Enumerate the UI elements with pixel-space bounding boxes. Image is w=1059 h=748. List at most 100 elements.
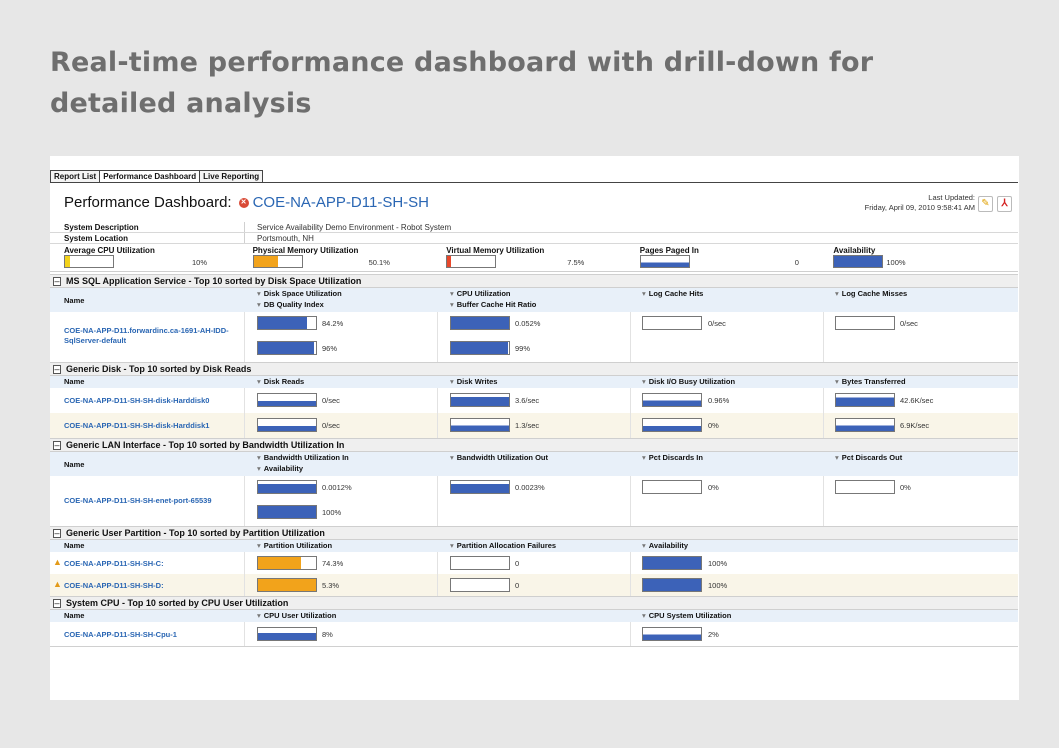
system-location-label: System Location	[64, 234, 129, 243]
col-pct-discards-in[interactable]: Pct Discards In	[642, 453, 703, 462]
col-disk-space-utilization[interactable]: Disk Space Utilization	[257, 289, 342, 298]
disk-io-busy-bar[interactable]	[642, 418, 702, 432]
pct-discards-in-bar[interactable]	[642, 480, 702, 494]
dashboard-host-link[interactable]: COE-NA-APP-D11-SH-SH	[253, 194, 429, 211]
col-partition-availability[interactable]: Availability	[642, 541, 688, 550]
column-divider	[244, 476, 245, 526]
partition-failures-value: 0	[515, 581, 520, 590]
column-divider	[630, 552, 631, 574]
summary-availability[interactable]: Availability 100%	[824, 244, 1018, 271]
partition-availability-bar[interactable]	[642, 556, 702, 570]
col-availability[interactable]: Availability	[257, 464, 303, 473]
section-generic-disk: – Generic Disk - Top 10 sorted by Disk R…	[50, 362, 1018, 376]
name-column-header: Name	[64, 460, 85, 469]
db-quality-index-bar[interactable]	[257, 341, 317, 355]
summary-pages-paged-in[interactable]: Pages Paged In 0	[631, 244, 825, 271]
collapse-icon[interactable]: –	[53, 277, 61, 286]
disk-writes-bar[interactable]	[450, 418, 510, 432]
disk1-host-link[interactable]: COE-NA-APP-D11-SH-SH-disk-Harddisk1	[64, 421, 209, 431]
bandwidth-out-bar[interactable]	[450, 480, 510, 494]
collapse-icon[interactable]: –	[53, 599, 61, 608]
bar-fill	[643, 557, 701, 569]
summary-availability-label: Availability	[833, 246, 876, 255]
cpu-host-link[interactable]: COE-NA-APP-D11-SH-SH-Cpu-1	[64, 630, 177, 640]
pct-discards-out-bar[interactable]	[835, 480, 895, 494]
collapse-icon[interactable]: –	[53, 365, 61, 374]
section-mssql: – MS SQL Application Service - Top 10 so…	[50, 274, 1018, 288]
table-row: COE-NA-APP-D11-SH-SH-enet-port-65539 0.0…	[50, 476, 1018, 526]
summary-cpu[interactable]: Average CPU Utilization 10%	[50, 244, 244, 271]
bandwidth-in-bar[interactable]	[257, 480, 317, 494]
disk-reads-bar[interactable]	[257, 393, 317, 407]
log-cache-misses-bar[interactable]	[835, 316, 895, 330]
col-partition-utilization[interactable]: Partition Utilization	[257, 541, 332, 550]
cpu-system-utilization-bar[interactable]	[642, 627, 702, 641]
col-disk-writes[interactable]: Disk Writes	[450, 377, 498, 386]
summary-virtual-memory-value: 7.5%	[567, 258, 585, 267]
partition-availability-bar[interactable]	[642, 578, 702, 592]
section-generic-lan-title: Generic LAN Interface - Top 10 sorted by…	[66, 440, 345, 450]
col-log-cache-hits[interactable]: Log Cache Hits	[642, 289, 704, 298]
partition-failures-bar[interactable]	[450, 578, 510, 592]
section-generic-lan: – Generic LAN Interface - Top 10 sorted …	[50, 438, 1018, 452]
bar-fill	[643, 579, 701, 591]
log-cache-misses-value: 0/sec	[900, 319, 918, 328]
cpu-utilization-bar[interactable]	[450, 316, 510, 330]
partition-c-host-link[interactable]: COE-NA-APP-D11-SH-SH-C:	[64, 559, 164, 569]
system-location-row: System Location Portsmouth, NH	[50, 233, 1018, 244]
col-db-quality-index[interactable]: DB Quality Index	[257, 300, 324, 309]
collapse-icon[interactable]: –	[53, 441, 61, 450]
summary-virtual-memory-bar	[446, 255, 497, 268]
critical-status-icon: ✕	[238, 197, 249, 208]
summary-virtual-memory[interactable]: Virtual Memory Utilization 7.5%	[437, 244, 631, 271]
bar-fill	[258, 342, 314, 354]
collapse-icon[interactable]: –	[53, 529, 61, 538]
column-divider	[244, 312, 245, 362]
summary-pages-paged-in-bar	[639, 255, 690, 268]
col-cpu-user-utilization[interactable]: CPU User Utilization	[257, 611, 337, 620]
disk-io-busy-bar[interactable]	[642, 393, 702, 407]
system-location-value: Portsmouth, NH	[257, 234, 314, 243]
cpu-user-utilization-bar[interactable]	[257, 627, 317, 641]
partition-utilization-bar[interactable]	[257, 578, 317, 592]
disk0-host-link[interactable]: COE-NA-APP-D11-SH-SH-disk-Harddisk0	[64, 396, 209, 406]
system-description-row: System Description Service Availability …	[50, 222, 1018, 233]
col-bandwidth-out[interactable]: Bandwidth Utilization Out	[450, 453, 548, 462]
column-divider	[630, 574, 631, 596]
column-divider	[630, 413, 631, 438]
partition-d-host-link[interactable]: COE-NA-APP-D11-SH-SH-D:	[64, 581, 164, 591]
page-headline: Real-time performance dashboard with dri…	[50, 47, 874, 119]
pdf-export-icon[interactable]: ⅄	[997, 196, 1012, 212]
summary-physical-memory[interactable]: Physical Memory Utilization 50.1%	[244, 244, 438, 271]
summary-cpu-label: Average CPU Utilization	[64, 246, 155, 255]
partition-utilization-bar[interactable]	[257, 556, 317, 570]
partition-failures-bar[interactable]	[450, 556, 510, 570]
disk-space-bar[interactable]	[257, 316, 317, 330]
cpu-system-utilization-value: 2%	[708, 630, 719, 639]
disk-io-busy-value: 0.96%	[708, 396, 730, 405]
bytes-transferred-bar[interactable]	[835, 393, 895, 407]
bytes-transferred-bar[interactable]	[835, 418, 895, 432]
col-buffer-cache-hit-ratio[interactable]: Buffer Cache Hit Ratio	[450, 300, 537, 309]
table-row: ▲ COE-NA-APP-D11-SH-SH-D: 5.3% 0 100%	[50, 574, 1018, 596]
col-pct-discards-out[interactable]: Pct Discards Out	[835, 453, 902, 462]
mssql-host-link[interactable]: COE-NA-APP-D11.forwardinc.ca-1691-AH-IDD…	[64, 326, 229, 346]
lan-availability-bar[interactable]	[257, 505, 317, 519]
col-cpu-utilization[interactable]: CPU Utilization	[450, 289, 511, 298]
col-disk-reads[interactable]: Disk Reads	[257, 377, 304, 386]
cpu-column-headers: Name CPU User Utilization CPU System Uti…	[50, 610, 1018, 622]
log-cache-hits-bar[interactable]	[642, 316, 702, 330]
col-disk-io-busy[interactable]: Disk I/O Busy Utilization	[642, 377, 735, 386]
lan-host-link[interactable]: COE-NA-APP-D11-SH-SH-enet-port-65539	[64, 496, 212, 506]
column-divider	[437, 413, 438, 438]
disk-reads-bar[interactable]	[257, 418, 317, 432]
col-partition-allocation-failures[interactable]: Partition Allocation Failures	[450, 541, 556, 550]
col-bytes-transferred[interactable]: Bytes Transferred	[835, 377, 906, 386]
buffer-cache-hit-ratio-bar[interactable]	[450, 341, 510, 355]
col-cpu-system-utilization[interactable]: CPU System Utilization	[642, 611, 732, 620]
edit-report-icon[interactable]: ✎	[978, 196, 993, 212]
column-divider	[823, 476, 824, 526]
disk-writes-bar[interactable]	[450, 393, 510, 407]
col-log-cache-misses[interactable]: Log Cache Misses	[835, 289, 907, 298]
col-bandwidth-in[interactable]: Bandwidth Utilization In	[257, 453, 349, 462]
